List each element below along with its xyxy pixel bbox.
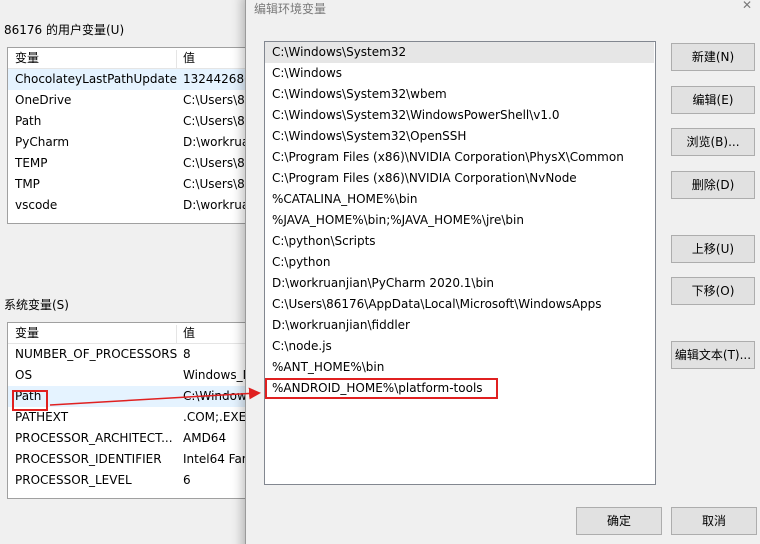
table-row[interactable]: Path C:\Users\8 <box>8 111 256 132</box>
list-item[interactable]: C:\node.js <box>265 336 655 357</box>
edit-button[interactable]: 编辑(E) <box>671 86 755 114</box>
table-row[interactable]: OneDrive C:\Users\8 <box>8 90 256 111</box>
list-item[interactable]: D:\workruanjian\PyCharm 2020.1\bin <box>265 273 655 294</box>
table-row[interactable]: vscode D:\workrua <box>8 195 256 216</box>
list-item[interactable]: C:\Users\86176\AppData\Local\Microsoft\W… <box>265 294 655 315</box>
edit-text-button[interactable]: 编辑文本(T)... <box>671 341 755 369</box>
path-annotation-box <box>12 390 48 411</box>
list-item[interactable]: D:\workruanjian\fiddler <box>265 315 655 336</box>
user-vars-title: 86176 的用户变量(U) <box>4 23 125 37</box>
header-value[interactable]: 值 <box>183 323 195 344</box>
table-row[interactable]: TEMP C:\Users\8 <box>8 153 256 174</box>
table-row[interactable]: ChocolateyLastPathUpdate 132442680 <box>8 69 256 90</box>
table-row[interactable]: TMP C:\Users\8 <box>8 174 256 195</box>
list-item[interactable]: %CATALINA_HOME%\bin <box>265 189 655 210</box>
list-item[interactable]: C:\Windows <box>265 63 655 84</box>
new-button[interactable]: 新建(N) <box>671 43 755 71</box>
header-value[interactable]: 值 <box>183 48 195 69</box>
table-row[interactable]: PROCESSOR_IDENTIFIER Intel64 Fan <box>8 449 256 470</box>
list-item[interactable]: C:\python <box>265 252 655 273</box>
user-vars-header: 变量 值 <box>8 48 256 69</box>
system-vars-header: 变量 值 <box>8 323 256 344</box>
move-up-button[interactable]: 上移(U) <box>671 235 755 263</box>
list-item[interactable]: C:\Windows\System32\WindowsPowerShell\v1… <box>265 105 655 126</box>
browse-button[interactable]: 浏览(B)... <box>671 128 755 156</box>
list-item[interactable]: C:\Program Files (x86)\NVIDIA Corporatio… <box>265 168 655 189</box>
table-row[interactable]: PROCESSOR_LEVEL 6 <box>8 470 256 491</box>
list-item-android-platform-tools[interactable]: %ANDROID_HOME%\platform-tools <box>265 378 498 399</box>
table-row[interactable]: PyCharm D:\workrua <box>8 132 256 153</box>
ok-button[interactable]: 确定 <box>576 507 662 535</box>
list-item[interactable]: C:\Windows\System32 <box>265 42 654 63</box>
table-row[interactable]: PROCESSOR_ARCHITECT... AMD64 <box>8 428 256 449</box>
table-row[interactable]: NUMBER_OF_PROCESSORS 8 <box>8 344 256 365</box>
list-item[interactable]: %ANT_HOME%\bin <box>265 357 655 378</box>
system-vars-title: 系统变量(S) <box>4 298 69 312</box>
dialog-title: 编辑环境变量 <box>254 2 327 16</box>
list-item[interactable]: %JAVA_HOME%\bin;%JAVA_HOME%\jre\bin <box>265 210 655 231</box>
table-row[interactable]: OS Windows_N <box>8 365 256 386</box>
list-item[interactable]: C:\Windows\System32\wbem <box>265 84 655 105</box>
list-item[interactable]: C:\Program Files (x86)\NVIDIA Corporatio… <box>265 147 655 168</box>
user-vars-list[interactable]: 变量 值 ChocolateyLastPathUpdate 132442680 O… <box>7 47 257 224</box>
header-variable[interactable]: 变量 <box>15 48 39 69</box>
list-item[interactable]: C:\python\Scripts <box>265 231 655 252</box>
edit-env-var-dialog: 编辑环境变量 ✕ C:\Windows\System32 C:\Windows … <box>245 0 760 544</box>
cancel-button[interactable]: 取消 <box>671 507 757 535</box>
close-icon[interactable]: ✕ <box>742 0 752 12</box>
header-variable[interactable]: 变量 <box>15 323 39 344</box>
move-down-button[interactable]: 下移(O) <box>671 277 755 305</box>
list-item[interactable]: C:\Windows\System32\OpenSSH <box>265 126 655 147</box>
path-list[interactable]: C:\Windows\System32 C:\Windows C:\Window… <box>264 41 656 485</box>
delete-button[interactable]: 删除(D) <box>671 171 755 199</box>
